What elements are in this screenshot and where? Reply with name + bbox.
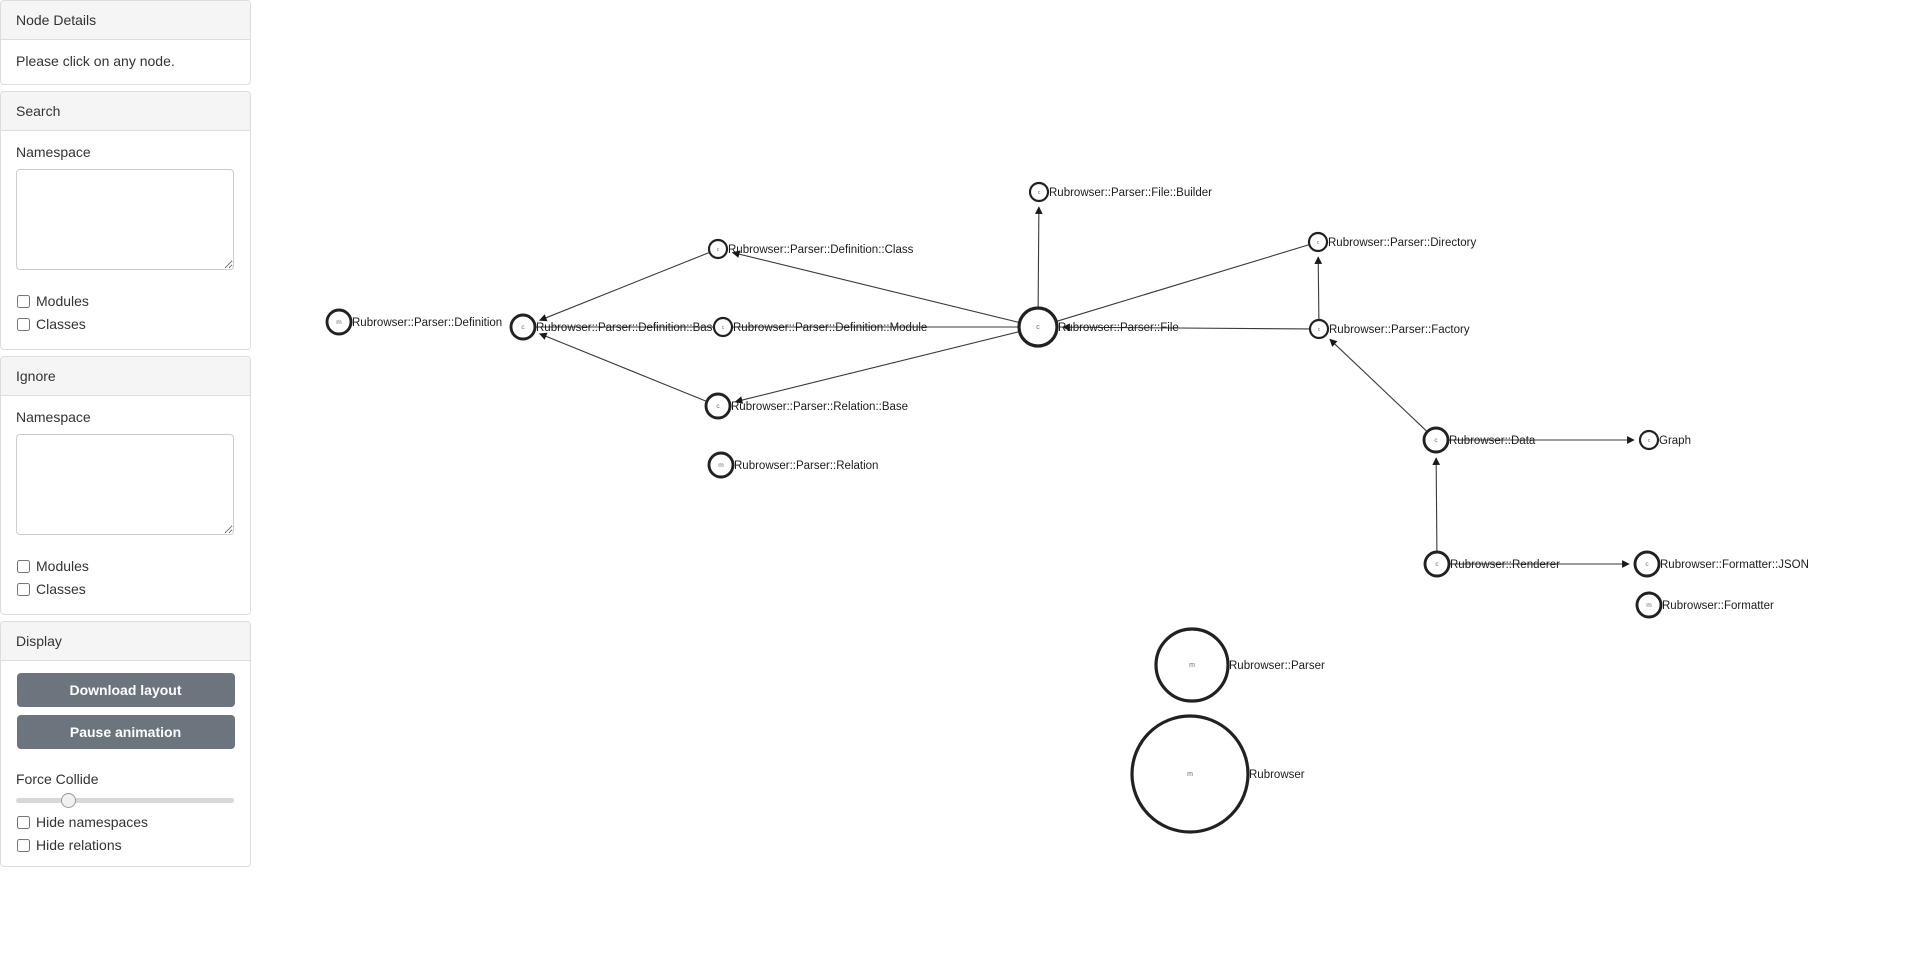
- hide-relations-row[interactable]: Hide relations: [16, 836, 235, 855]
- node-kind-letter: m: [1646, 602, 1652, 609]
- node-label: Rubrowser::Parser: [1229, 660, 1325, 672]
- node-kind-letter: c: [1036, 324, 1040, 331]
- ignore-classes-checkbox[interactable]: [17, 582, 30, 596]
- ignore-namespace-label: Namespace: [16, 409, 91, 426]
- graph-node[interactable]: c Rubrowser::Formatter::JSON: [1633, 550, 1809, 578]
- node-label: Rubrowser::Formatter: [1662, 600, 1774, 612]
- graph-node[interactable]: c Rubrowser::Parser::Definition::Base: [509, 313, 719, 341]
- node-label: Rubrowser::Parser::File: [1058, 322, 1179, 334]
- node-label: Rubrowser::Renderer: [1450, 559, 1560, 571]
- search-classes-checkbox[interactable]: [17, 318, 30, 331]
- force-collide-label: Force Collide: [16, 770, 99, 787]
- edges-layer: [536, 206, 1635, 568]
- node-label: Rubrowser::Parser::Factory: [1329, 324, 1470, 336]
- node-label: Rubrowser::Data: [1449, 435, 1536, 447]
- ignore-namespace-input[interactable]: [16, 433, 234, 535]
- node-label: Rubrowser::Parser::Relation::Base: [731, 401, 908, 413]
- node-label: Graph: [1659, 435, 1691, 447]
- graph-node[interactable]: m Rubrowser::Parser::Relation: [707, 451, 878, 479]
- search-body: Namespace Modules Classes: [1, 131, 250, 349]
- graph-node[interactable]: c Graph: [1638, 429, 1691, 451]
- ignore-classes-label: Classes: [36, 580, 86, 597]
- graph-edge: [731, 250, 1019, 323]
- node-kind-letter: m: [1189, 662, 1195, 669]
- graph-node[interactable]: c Rubrowser::Parser::File::Builder: [1028, 181, 1212, 203]
- hide-relations-checkbox[interactable]: [17, 838, 30, 852]
- hide-namespaces-label: Hide namespaces: [36, 813, 149, 830]
- node-label: Rubrowser::Parser::Definition::Base: [536, 322, 719, 334]
- node-label: Rubrowser::Formatter::JSON: [1660, 559, 1809, 571]
- graph-edge: [1432, 457, 1441, 552]
- graph-edge: [734, 331, 1019, 404]
- graph-node[interactable]: c Rubrowser::Renderer: [1423, 550, 1560, 578]
- node-label: Rubrowser::Parser::Definition::Class: [728, 244, 914, 256]
- panel-ignore: Ignore Namespace Modules Classes: [0, 355, 251, 615]
- display-heading: Display: [1, 621, 250, 661]
- graph-node[interactable]: m Rubrowser::Formatter: [1635, 591, 1774, 619]
- search-checkboxes: Modules Classes: [16, 292, 235, 334]
- graph-node[interactable]: c Rubrowser::Parser::File: [1017, 306, 1179, 348]
- graph-node[interactable]: m Rubrowser: [1130, 714, 1305, 834]
- hide-namespaces-checkbox[interactable]: [17, 815, 30, 829]
- graph-node[interactable]: c Rubrowser::Parser::Directory: [1307, 231, 1477, 253]
- graph-edge: [1329, 338, 1427, 432]
- node-kind-letter: m: [336, 319, 342, 326]
- search-modules-row[interactable]: Modules: [16, 292, 235, 311]
- ignore-checkboxes: Modules Classes: [16, 557, 235, 599]
- graph-node[interactable]: m Rubrowser::Parser::Definition: [325, 308, 502, 336]
- search-heading: Search: [1, 92, 250, 132]
- display-body: Download layout Pause animation Force Co…: [1, 661, 250, 867]
- search-namespace-input[interactable]: [16, 169, 234, 271]
- hide-namespaces-row[interactable]: Hide namespaces: [16, 813, 235, 832]
- graph-edge: [538, 332, 707, 402]
- panel-display: Display Download layout Pause animation …: [0, 620, 251, 868]
- graph-node[interactable]: c Rubrowser::Parser::Definition::Class: [707, 238, 914, 260]
- search-modules-checkbox[interactable]: [17, 295, 30, 309]
- search-classes-row[interactable]: Classes: [16, 315, 235, 334]
- node-label: Rubrowser::Parser::Relation: [734, 460, 878, 472]
- node-label: Rubrowser::Parser::File::Builder: [1049, 187, 1212, 199]
- node-label: Rubrowser::Parser::Definition: [352, 317, 502, 329]
- graph-node[interactable]: c Rubrowser::Parser::Definition::Module: [712, 316, 927, 338]
- ignore-modules-checkbox[interactable]: [17, 559, 30, 573]
- search-classes-label: Classes: [36, 316, 86, 333]
- graph-node[interactable]: m Rubrowser::Parser: [1154, 627, 1325, 703]
- graph-edge: [1056, 244, 1309, 322]
- ignore-heading: Ignore: [1, 356, 250, 397]
- graph-node[interactable]: c Rubrowser::Parser::Factory: [1308, 318, 1470, 340]
- graph-node[interactable]: c Rubrowser::Parser::Relation::Base: [704, 392, 908, 420]
- hide-relations-label: Hide relations: [36, 836, 122, 853]
- ignore-modules-label: Modules: [36, 557, 89, 574]
- graph-edge: [538, 252, 709, 322]
- graph-canvas[interactable]: m Rubrowser::Parser::Definition c Rubrowser…: [251, 0, 1910, 977]
- ignore-body: Namespace Modules Classes: [1, 396, 250, 614]
- nodes-layer: m Rubrowser::Parser::Definition c Rubrowser…: [325, 181, 1809, 834]
- node-kind-letter: m: [1187, 771, 1193, 778]
- panel-node-details: Node Details Please click on any node.: [0, 0, 251, 86]
- node-label: Rubrowser::Parser::Directory: [1328, 237, 1477, 249]
- graph-edge: [1314, 256, 1323, 320]
- graph-edge: [1034, 206, 1043, 308]
- dependency-graph[interactable]: m Rubrowser::Parser::Definition c Rubrowser…: [251, 0, 1910, 977]
- node-details-body: Please click on any node.: [16, 53, 175, 70]
- force-collide-slider[interactable]: [16, 797, 234, 803]
- panel-search: Search Namespace Modules Classes: [0, 91, 251, 350]
- node-details-heading: Node Details: [1, 1, 250, 41]
- node-label: Rubrowser: [1249, 769, 1305, 781]
- graph-node[interactable]: c Rubrowser::Data: [1422, 426, 1536, 454]
- search-modules-label: Modules: [36, 293, 89, 310]
- search-namespace-label: Namespace: [16, 144, 91, 161]
- app-root: Node Details Please click on any node. S…: [0, 0, 1910, 977]
- sidebar: Node Details Please click on any node. S…: [0, 0, 251, 873]
- pause-animation-button[interactable]: Pause animation: [16, 714, 235, 749]
- node-label: Rubrowser::Parser::Definition::Module: [733, 322, 927, 334]
- ignore-classes-row[interactable]: Classes: [16, 580, 235, 599]
- ignore-modules-row[interactable]: Modules: [16, 557, 235, 576]
- download-layout-button[interactable]: Download layout: [16, 672, 235, 707]
- node-kind-letter: m: [718, 462, 724, 469]
